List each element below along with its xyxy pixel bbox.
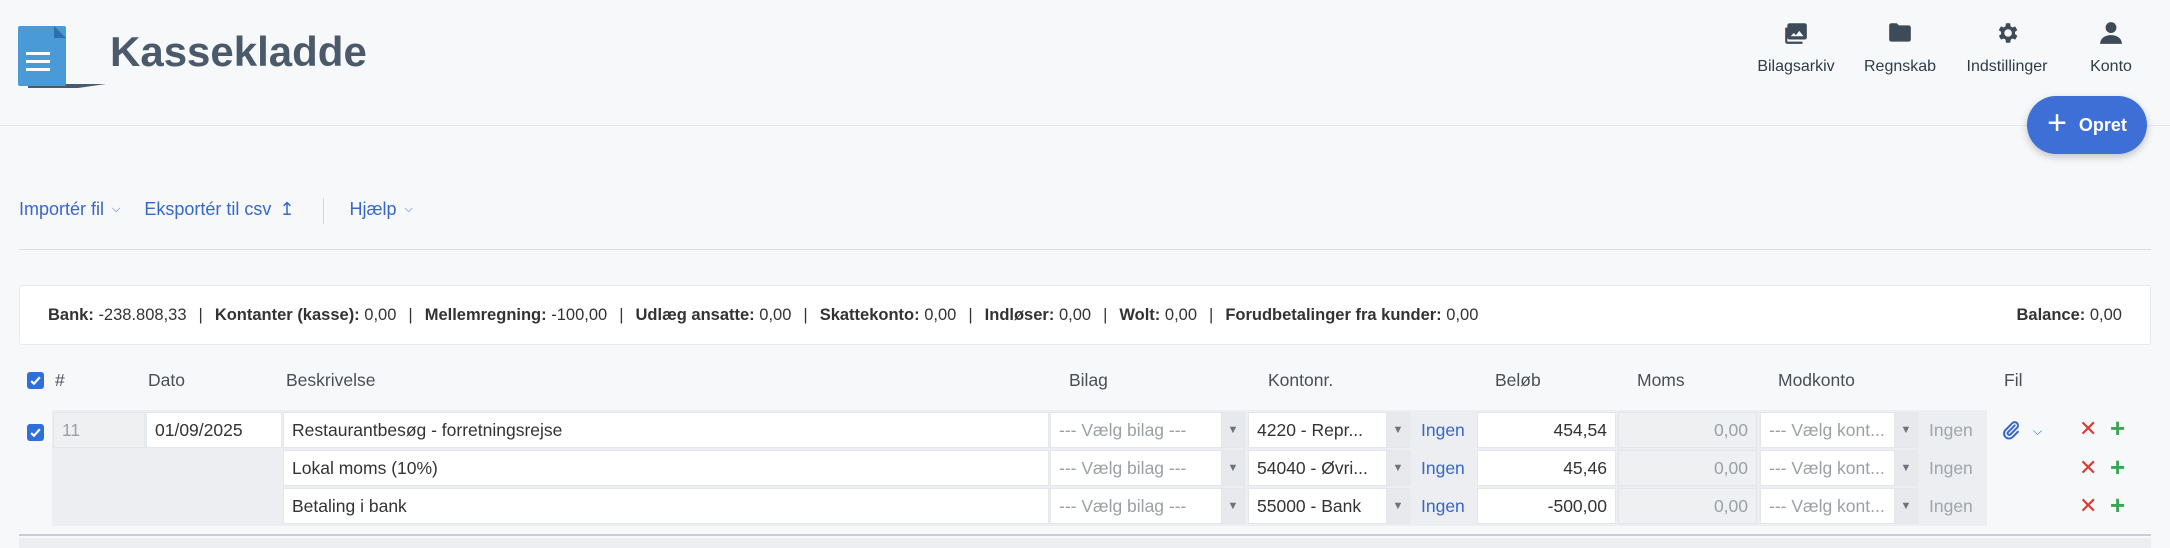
line-1-vat-code[interactable]: Ingen: [1421, 412, 1465, 448]
col-header-file: Fil: [2004, 369, 2023, 390]
col-header-counter-account: Modkonto: [1778, 369, 1855, 390]
nav-indstillinger-label: Indstillinger: [1966, 58, 2048, 75]
chevron-down-icon[interactable]: ▼: [1221, 450, 1245, 486]
balance-kontanter: Kontanter (kasse): 0,00: [214, 305, 397, 324]
line-2-vat-amount: 0,00: [1618, 450, 1757, 486]
nav-regnskab[interactable]: Regnskab: [1864, 20, 1936, 86]
line-1-counter-vat: Ingen: [1929, 419, 1973, 440]
user-icon: [2100, 22, 2122, 44]
nav-bilagsarkiv-label: Bilagsarkiv: [1757, 58, 1835, 75]
toolbar-divider: [322, 198, 324, 224]
balance-wolt: Wolt: 0,00: [1119, 305, 1198, 324]
col-header-number: #: [55, 369, 65, 390]
create-button-label: Opret: [2078, 114, 2127, 135]
folder-icon: [1889, 23, 1911, 42]
top-bar: Kassekladde Bilagsarkiv Regnskab Indstil…: [0, 0, 2170, 126]
gear-icon: [1998, 23, 2018, 43]
line-2-vat-code[interactable]: Ingen: [1421, 450, 1465, 486]
plus-icon[interactable]: +: [2110, 452, 2125, 483]
col-header-account: Kontonr.: [1268, 369, 1334, 390]
line-1-description-input[interactable]: Restaurantbesøg - forretningsrejse: [283, 412, 1049, 448]
import-label: Importér fil: [19, 199, 105, 219]
close-icon[interactable]: ✕: [2079, 493, 2097, 519]
plus-icon[interactable]: +: [2110, 413, 2125, 444]
export-csv-button[interactable]: Eksportér til csv ↥: [144, 190, 294, 220]
chevron-down-icon[interactable]: ⌵: [2033, 424, 2042, 439]
create-button[interactable]: + Opret: [2027, 96, 2147, 154]
line-3-amount-input[interactable]: -500,00: [1477, 488, 1616, 524]
nav-konto-label: Konto: [2090, 58, 2132, 75]
balance-skattekonto: Skattekonto: 0,00: [819, 305, 957, 324]
chevron-down-icon[interactable]: ▼: [1221, 412, 1245, 448]
plus-icon: +: [2047, 104, 2067, 142]
col-header-vat: Moms: [1637, 369, 1685, 390]
chevron-down-icon: ⌵: [404, 203, 413, 215]
check-icon: [30, 376, 41, 386]
entry-checkbox[interactable]: [27, 424, 44, 441]
chevron-down-icon[interactable]: ▼: [1221, 488, 1245, 524]
chevron-down-icon[interactable]: ▼: [1386, 488, 1410, 524]
document-logo-icon: [18, 26, 106, 88]
col-header-voucher: Bilag: [1069, 369, 1108, 390]
line-3-counter-vat: Ingen: [1929, 495, 1973, 516]
import-menu[interactable]: Importér fil ⌵: [19, 190, 120, 220]
close-icon[interactable]: ✕: [2079, 455, 2097, 481]
close-icon[interactable]: ✕: [2079, 416, 2097, 442]
nav-konto[interactable]: Konto: [2086, 20, 2136, 86]
export-label: Eksportér til csv: [144, 199, 272, 219]
entry-divider: [19, 534, 2151, 536]
plus-icon[interactable]: +: [2110, 490, 2125, 521]
chevron-down-icon[interactable]: ▼: [1894, 488, 1918, 524]
line-2-account-select[interactable]: 54040 - Øvri...: [1248, 450, 1388, 486]
line-1-counter-account-select[interactable]: --- Vælg kont...: [1760, 412, 1906, 448]
line-1-amount-input[interactable]: 454,54: [1477, 412, 1616, 448]
line-3-account-select[interactable]: 55000 - Bank: [1248, 488, 1388, 524]
chevron-down-icon[interactable]: ▼: [1386, 412, 1410, 448]
line-2-voucher-select[interactable]: --- Vælg bilag ---: [1050, 450, 1225, 486]
line-3-counter-account-select[interactable]: --- Vælg kont...: [1760, 488, 1906, 524]
balance-mellemregning: Mellemregning: -100,00: [424, 305, 608, 324]
chevron-down-icon[interactable]: ▼: [1386, 450, 1410, 486]
upload-icon: ↥: [279, 199, 295, 219]
check-icon: [30, 428, 41, 438]
line-1-vat-amount: 0,00: [1618, 412, 1757, 448]
col-header-date: Dato: [148, 369, 185, 390]
paperclip-icon[interactable]: [2001, 420, 2021, 440]
line-2-counter-account-select[interactable]: --- Vælg kont...: [1760, 450, 1906, 486]
chevron-down-icon[interactable]: ▼: [1894, 450, 1918, 486]
chevron-down-icon: ⌵: [112, 203, 121, 215]
line-3-vat-amount: 0,00: [1618, 488, 1757, 524]
entry-date-input[interactable]: 01/09/2025: [146, 412, 282, 448]
help-label: Hjælp: [349, 199, 397, 219]
balance-udlaeg: Udlæg ansatte: 0,00: [635, 305, 792, 324]
toolbar: Importér fil ⌵ Eksportér til csv ↥ Hjælp…: [19, 190, 2151, 250]
balance-bank: Bank: -238.808,33: [48, 305, 187, 324]
entry-number: 11: [53, 412, 145, 448]
line-1-voucher-select[interactable]: --- Vælg bilag ---: [1050, 412, 1225, 448]
help-menu[interactable]: Hjælp ⌵: [350, 190, 413, 220]
col-header-description: Beskrivelse: [286, 369, 376, 390]
next-entry-row: [19, 538, 2151, 548]
balance-forudbetalinger: Forudbetalinger fra kunder: 0,00: [1225, 305, 1479, 324]
line-3-description-input[interactable]: Betaling i bank: [283, 488, 1049, 524]
chevron-down-icon[interactable]: ▼: [1894, 412, 1918, 448]
line-1-account-select[interactable]: 4220 - Repr...: [1248, 412, 1388, 448]
nav-regnskab-label: Regnskab: [1863, 58, 1937, 75]
balance-summary: Bank: -238.808,33 | Kontanter (kasse): 0…: [19, 285, 2151, 345]
balance-total: Balance: 0,00: [2016, 305, 2123, 324]
line-2-counter-vat: Ingen: [1929, 457, 1973, 478]
nav-bilagsarkiv[interactable]: Bilagsarkiv: [1756, 20, 1836, 86]
balance-indloeser: Indløser: 0,00: [984, 305, 1092, 324]
app-title: Kassekladde: [110, 28, 367, 75]
line-2-amount-input[interactable]: 45,46: [1477, 450, 1616, 486]
select-all-checkbox[interactable]: [27, 372, 44, 389]
nav-indstillinger[interactable]: Indstillinger: [1962, 20, 2052, 86]
col-header-amount: Beløb: [1495, 369, 1541, 390]
line-3-voucher-select[interactable]: --- Vælg bilag ---: [1050, 488, 1225, 524]
line-2-description-input[interactable]: Lokal moms (10%): [283, 450, 1049, 486]
images-icon: [1785, 23, 1807, 44]
line-3-vat-code[interactable]: Ingen: [1421, 488, 1465, 524]
